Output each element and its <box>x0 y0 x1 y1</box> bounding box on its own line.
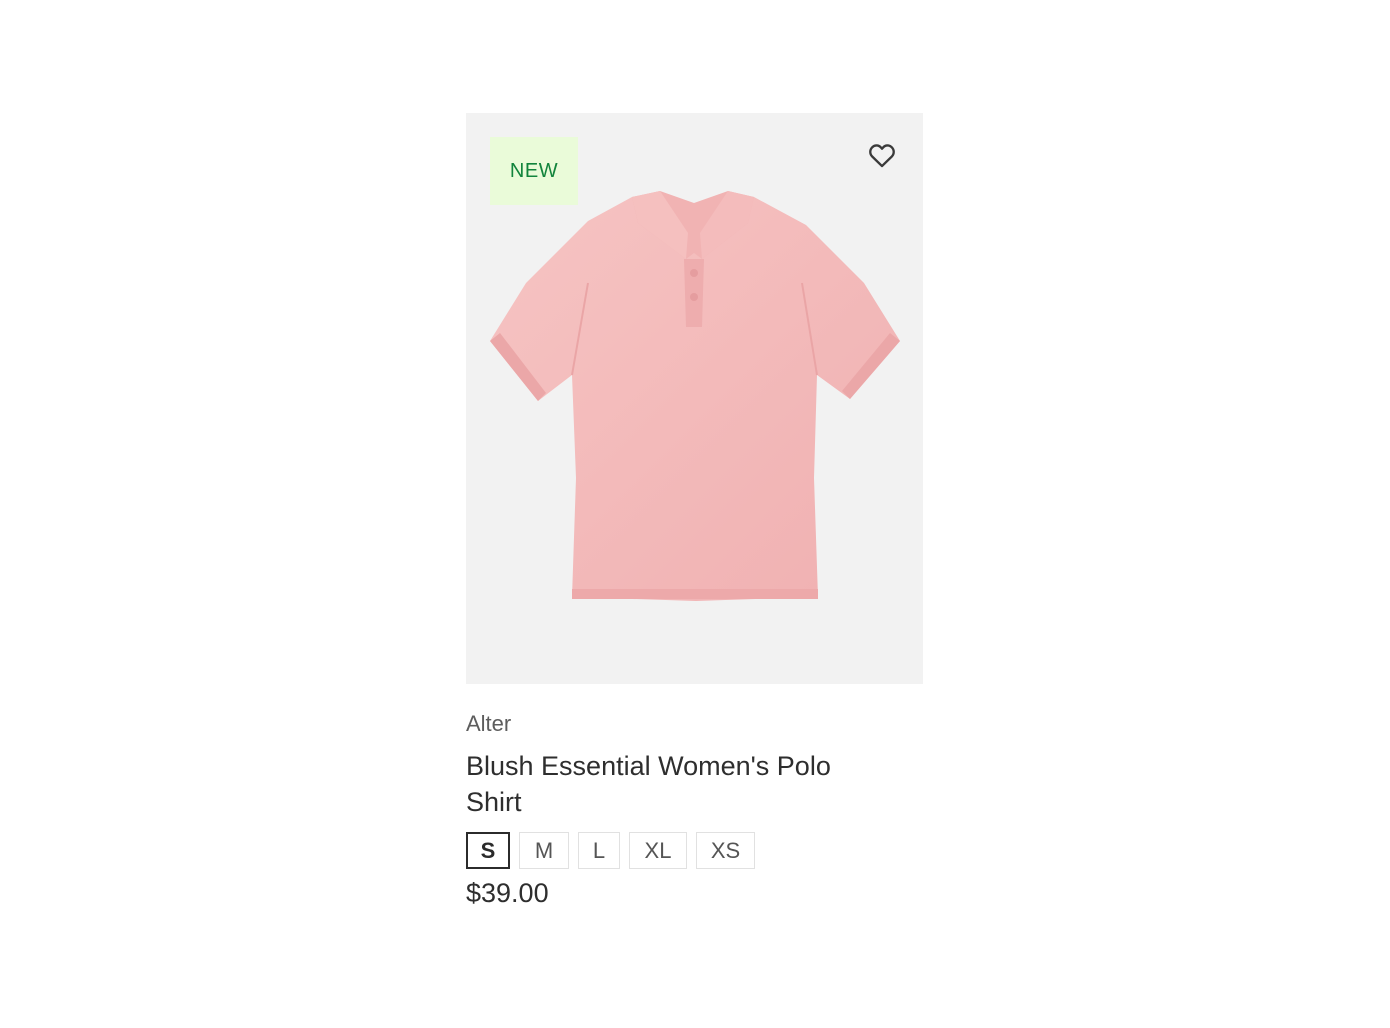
size-selector: S M L XL XS <box>466 832 923 869</box>
size-option-l[interactable]: L <box>578 832 620 869</box>
wishlist-button[interactable] <box>866 139 898 171</box>
size-option-xs[interactable]: XS <box>696 832 755 869</box>
new-badge: NEW <box>490 137 578 205</box>
product-brand: Alter <box>466 711 512 736</box>
product-price: $39.00 <box>466 878 549 908</box>
product-title[interactable]: Blush Essential Women's Polo Shirt <box>466 748 886 820</box>
size-option-m[interactable]: M <box>519 832 569 869</box>
size-option-xl[interactable]: XL <box>629 832 687 869</box>
size-option-s[interactable]: S <box>466 832 510 869</box>
product-image-container[interactable]: NEW <box>466 113 923 684</box>
product-card[interactable]: NEW Alter Blush Essential Women's Polo S… <box>466 113 923 909</box>
heart-outline-icon <box>869 144 895 168</box>
